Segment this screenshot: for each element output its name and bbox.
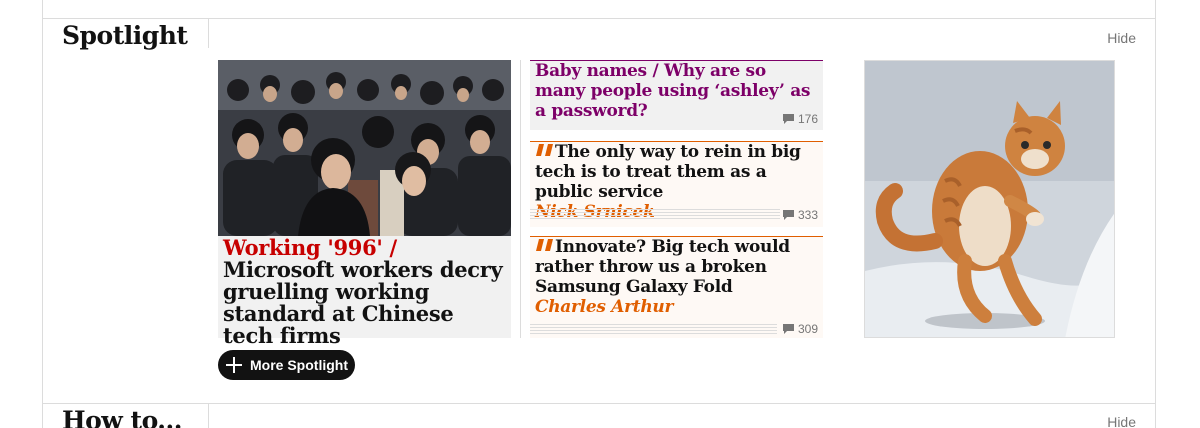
section-title-how-to: How to... bbox=[62, 406, 182, 428]
comment-icon bbox=[782, 324, 794, 334]
hide-button-how-to[interactable]: Hide bbox=[1107, 414, 1136, 428]
hide-button-spotlight[interactable]: Hide bbox=[1107, 30, 1136, 46]
headline-text: Microsoft workers decry gruelling workin… bbox=[223, 257, 503, 348]
headline-kicker: Baby names bbox=[535, 61, 647, 81]
plus-icon bbox=[226, 357, 242, 373]
spotlight-card-opinion[interactable]: Innovate? Big tech would rather throw us… bbox=[530, 236, 823, 338]
comment-count[interactable]: 333 bbox=[782, 208, 818, 222]
card-headline: Baby names / Why are so many people usin… bbox=[535, 61, 818, 121]
more-spotlight-label: More Spotlight bbox=[250, 357, 348, 373]
cat-photo-card[interactable] bbox=[864, 60, 1115, 338]
section-title-spotlight: Spotlight bbox=[62, 21, 188, 50]
comment-count-value: 176 bbox=[797, 112, 818, 126]
title-separator bbox=[208, 403, 209, 428]
headline-text: The only way to rein in big tech is to t… bbox=[535, 142, 801, 202]
headline-text: Innovate? Big tech would rather throw us… bbox=[535, 237, 790, 297]
spotlight-main-card[interactable]: Working '996' / Microsoft workers decry … bbox=[218, 60, 511, 347]
column-divider bbox=[520, 60, 521, 338]
comment-count[interactable]: 176 bbox=[782, 112, 818, 126]
section-divider bbox=[42, 403, 1156, 404]
comment-count-value: 309 bbox=[797, 322, 818, 336]
top-divider bbox=[42, 18, 1156, 19]
quote-icon bbox=[536, 144, 553, 156]
card-headline: Innovate? Big tech would rather throw us… bbox=[535, 237, 818, 317]
comment-count[interactable]: 309 bbox=[782, 322, 818, 336]
quote-icon bbox=[536, 239, 553, 251]
decorative-lines bbox=[530, 324, 777, 335]
spotlight-card[interactable]: Baby names / Why are so many people usin… bbox=[530, 60, 823, 130]
comment-icon bbox=[782, 114, 794, 124]
comment-icon bbox=[782, 210, 794, 220]
comment-count-value: 333 bbox=[797, 208, 818, 222]
kicker-separator: / bbox=[652, 61, 659, 81]
spotlight-card-opinion[interactable]: The only way to rein in big tech is to t… bbox=[530, 141, 823, 227]
cat-photo bbox=[865, 61, 1114, 337]
decorative-lines bbox=[530, 209, 780, 220]
more-spotlight-button[interactable]: More Spotlight bbox=[218, 350, 355, 380]
title-separator bbox=[208, 18, 209, 48]
crowd-photo bbox=[218, 60, 511, 236]
byline: Charles Arthur bbox=[535, 297, 674, 317]
spotlight-main-headline: Working '996' / Microsoft workers decry … bbox=[223, 237, 506, 347]
